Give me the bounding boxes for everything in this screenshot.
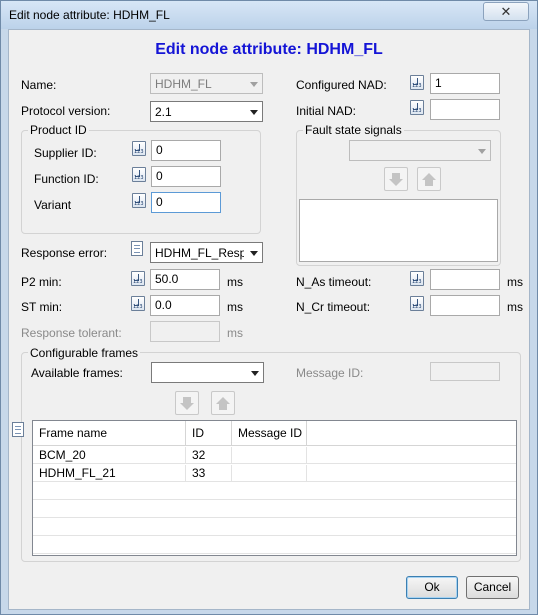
dialog-heading: Edit node attribute: HDHM_FL (155, 41, 383, 58)
chevron-down-icon (250, 82, 258, 87)
function-id-input[interactable]: 0 (151, 166, 221, 187)
dialog-window: Edit node attribute: HDHM_FL ✕ Edit node… (0, 0, 538, 615)
cell-id: 33 (186, 465, 232, 482)
chevron-down-icon (251, 371, 259, 376)
numeric-icon (410, 100, 424, 115)
ok-button[interactable]: Ok (406, 576, 458, 599)
numeric-icon (410, 296, 424, 311)
fault-state-select (349, 140, 491, 161)
p2-min-unit: ms (227, 275, 243, 289)
table-header: Frame name ID Message ID (33, 421, 516, 446)
cell-message-id (232, 447, 307, 464)
chevron-down-icon (250, 110, 258, 115)
frame-down-button[interactable] (175, 391, 199, 415)
frames-table[interactable]: Frame name ID Message ID BCM_20 32 HDHM_… (32, 420, 517, 556)
variant-input[interactable]: 0 (151, 192, 221, 213)
name-combo: HDHM_FL (150, 73, 263, 94)
numeric-icon (410, 271, 424, 286)
frame-up-button[interactable] (211, 391, 235, 415)
cancel-button[interactable]: Cancel (466, 576, 519, 599)
n-cr-timeout-unit: ms (507, 300, 523, 314)
p2-min-input[interactable]: 50.0 (150, 269, 220, 290)
empty-row (33, 483, 516, 500)
n-as-timeout-input[interactable] (430, 269, 500, 290)
cell-frame-name: BCM_20 (33, 447, 186, 464)
st-min-unit: ms (227, 300, 243, 314)
fault-up-button[interactable] (417, 167, 441, 191)
document-icon (12, 422, 24, 437)
numeric-icon (410, 75, 424, 90)
response-error-label: Response error: (21, 246, 108, 260)
empty-row (33, 501, 516, 518)
configured-nad-input[interactable]: 1 (430, 73, 500, 94)
chevron-down-icon (250, 251, 258, 256)
numeric-icon (132, 193, 146, 208)
name-value: HDHM_FL (155, 77, 212, 91)
response-tolerant-input (150, 321, 220, 342)
n-as-timeout-label: N_As timeout: (296, 275, 372, 289)
protocol-version-label: Protocol version: (21, 104, 111, 118)
configured-nad-label: Configured NAD: (296, 78, 387, 92)
configurable-frames-title: Configurable frames (28, 346, 141, 360)
cell-id: 32 (186, 447, 232, 464)
column-header-id[interactable]: ID (186, 421, 232, 446)
available-frames-select[interactable] (151, 362, 264, 383)
column-header-message-id[interactable]: Message ID (232, 421, 307, 446)
arrow-down-icon-head (389, 179, 403, 186)
p2-min-label: P2 min: (21, 275, 62, 289)
column-header-frame-name[interactable]: Frame name (33, 421, 186, 446)
chevron-down-icon (478, 149, 486, 154)
function-id-label: Function ID: (34, 172, 99, 186)
arrow-up-icon (219, 404, 227, 410)
st-min-input[interactable]: 0.0 (150, 295, 220, 316)
st-min-label: ST min: (21, 300, 63, 314)
arrow-up-icon-head (422, 173, 436, 180)
window-title: Edit node attribute: HDHM_FL (9, 8, 170, 22)
numeric-icon (132, 141, 146, 156)
arrow-up-icon-head (216, 397, 230, 404)
cell-frame-name: HDHM_FL_21 (33, 465, 186, 482)
fault-down-button[interactable] (384, 167, 408, 191)
empty-row (33, 537, 516, 554)
arrow-down-icon-head (180, 403, 194, 410)
n-cr-timeout-label: N_Cr timeout: (296, 300, 371, 314)
product-id-title: Product ID (28, 123, 89, 137)
n-as-timeout-unit: ms (507, 275, 523, 289)
empty-row (33, 519, 516, 536)
close-icon: ✕ (500, 3, 512, 19)
supplier-id-label: Supplier ID: (34, 146, 97, 160)
protocol-version-select[interactable]: 2.1 (150, 101, 263, 122)
arrow-up-icon (425, 180, 433, 186)
fault-state-list[interactable] (299, 199, 498, 262)
close-button[interactable]: ✕ (483, 2, 529, 21)
n-cr-timeout-input[interactable] (430, 295, 500, 316)
response-error-value: HDHM_FL_Respons (155, 246, 244, 260)
variant-label: Variant (34, 198, 72, 212)
initial-nad-label: Initial NAD: (296, 104, 357, 118)
response-error-select[interactable]: HDHM_FL_Respons (150, 242, 263, 263)
numeric-icon (131, 296, 145, 311)
numeric-icon (132, 167, 146, 182)
cell-message-id (232, 465, 307, 482)
document-icon (131, 241, 143, 256)
title-bar[interactable]: Edit node attribute: HDHM_FL ✕ (1, 1, 537, 29)
numeric-icon (131, 271, 145, 286)
table-row[interactable]: BCM_20 32 (33, 447, 516, 464)
supplier-id-input[interactable]: 0 (151, 140, 221, 161)
message-id-input (430, 362, 500, 381)
available-frames-label: Available frames: (31, 366, 123, 380)
response-tolerant-unit: ms (227, 326, 243, 340)
initial-nad-input[interactable] (430, 99, 500, 120)
table-row[interactable]: HDHM_FL_21 33 (33, 465, 516, 482)
dialog-body: Edit node attribute: HDHM_FL Name: HDHM_… (8, 29, 530, 610)
response-tolerant-label: Response tolerant: (21, 326, 122, 340)
fault-state-title: Fault state signals (303, 123, 404, 137)
message-id-label: Message ID: (296, 366, 364, 380)
name-label: Name: (21, 78, 57, 92)
protocol-version-value: 2.1 (155, 105, 172, 119)
